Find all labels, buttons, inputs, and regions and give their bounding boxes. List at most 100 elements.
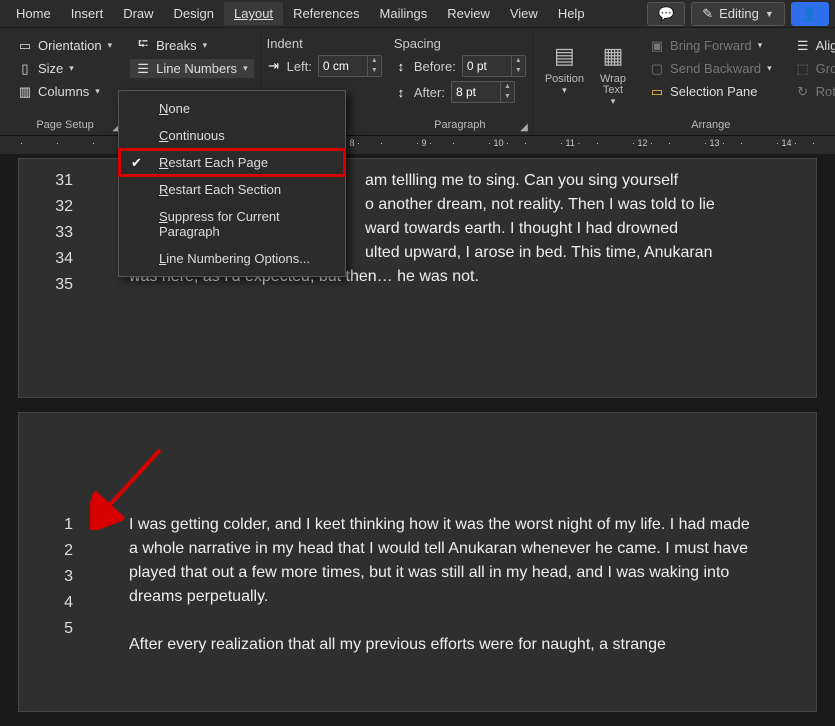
orientation-button[interactable]: ▭ Orientation ▾ <box>12 36 118 55</box>
indent-left-input[interactable] <box>319 59 367 73</box>
check-icon: ✔ <box>131 155 142 171</box>
spin-down-icon[interactable]: ▼ <box>368 66 381 76</box>
line-number: 4 <box>49 591 73 615</box>
menu-insert[interactable]: Insert <box>61 2 114 25</box>
arrange-group-label: Arrange <box>644 116 778 133</box>
menu-layout[interactable]: Layout <box>224 2 283 25</box>
paragraph-group-label: Paragraph <box>394 116 526 133</box>
spacing-after-spin[interactable]: ▲▼ <box>451 81 515 103</box>
spin-up-icon[interactable]: ▲ <box>368 56 381 66</box>
group-icon: ⬚ <box>796 62 810 76</box>
spacing-group: Spacing ↕ Before: ▲▼ ↕ After: ▲▼ Paragra… <box>388 32 533 135</box>
size-button[interactable]: ▯ Size ▾ <box>12 59 118 78</box>
document-paragraph[interactable]: After every realization that all my prev… <box>129 633 760 657</box>
rotate-icon: ↻ <box>796 85 810 99</box>
spin-up-icon[interactable]: ▲ <box>501 82 514 92</box>
dropdown-item-line-numbering-options[interactable]: Line Numbering Options... <box>119 245 345 272</box>
size-icon: ▯ <box>18 62 32 76</box>
ruler-tick: · <box>380 138 383 148</box>
menu-design[interactable]: Design <box>164 2 224 25</box>
columns-button[interactable]: ▥ Columns ▾ <box>12 82 118 101</box>
orientation-icon: ▭ <box>18 39 32 53</box>
send-backward-button[interactable]: ▢ Send Backward ▾ <box>644 59 778 78</box>
menu-home[interactable]: Home <box>6 2 61 25</box>
rotate-button[interactable]: ↻ Rotate ▾ <box>790 82 835 101</box>
group-button[interactable]: ⬚ Group ▾ <box>790 59 835 78</box>
page-setup-group-label: Page Setup <box>12 116 118 133</box>
dropdown-item-label: Continuous <box>159 128 225 143</box>
chevron-down-icon: ▾ <box>203 40 208 51</box>
bring-forward-icon: ▣ <box>650 39 664 53</box>
breaks-icon: ⮓ <box>136 39 150 53</box>
chevron-down-icon: ▼ <box>765 9 774 19</box>
ruler-tick: · 11 · <box>560 138 580 148</box>
position-icon: ▤ <box>554 38 575 74</box>
line-number: 5 <box>49 617 73 641</box>
ruler-tick: · <box>56 138 59 148</box>
paragraph-launcher[interactable]: ◢ <box>520 122 528 133</box>
share-icon: 👤 <box>802 6 818 22</box>
ruler-tick: · <box>524 138 527 148</box>
ruler-tick: · <box>812 138 815 148</box>
menu-help[interactable]: Help <box>548 2 595 25</box>
arrange-list: ▣ Bring Forward ▾ ▢ Send Backward ▾ ▭ Se… <box>638 32 784 135</box>
line-number: 1 <box>49 513 73 537</box>
menu-view[interactable]: View <box>500 2 548 25</box>
document-text-page2[interactable]: I was getting colder, and I keet thinkin… <box>129 513 760 657</box>
spacing-header: Spacing <box>394 36 526 51</box>
line-number: 2 <box>49 539 73 563</box>
position-button[interactable]: ▤ Position ▾ <box>539 36 590 116</box>
page-setup-col1: ▭ Orientation ▾ ▯ Size ▾ ▥ Columns ▾ Pag… <box>6 32 124 135</box>
menu-draw[interactable]: Draw <box>113 2 163 25</box>
ruler-tick: · 10 · <box>488 138 509 148</box>
selection-pane-button[interactable]: ▭ Selection Pane <box>644 82 778 101</box>
selection-pane-icon: ▭ <box>650 85 664 99</box>
menubar: Home Insert Draw Design Layout Reference… <box>0 0 835 28</box>
indent-left-icon: ⇥ <box>267 59 281 73</box>
dropdown-item-suppress-for-current-paragraph[interactable]: Suppress for Current Paragraph <box>119 203 345 245</box>
line-number: 33 <box>49 221 73 245</box>
chevron-down-icon: ▾ <box>95 86 100 97</box>
breaks-button[interactable]: ⮓ Breaks ▾ <box>130 36 253 55</box>
spin-down-icon[interactable]: ▼ <box>501 92 514 102</box>
page-2[interactable]: 12345 I was getting colder, and I keet t… <box>18 412 817 712</box>
align-button[interactable]: ☰ Align ▾ <box>790 36 835 55</box>
bring-forward-button[interactable]: ▣ Bring Forward ▾ <box>644 36 778 55</box>
ruler-tick: · <box>668 138 671 148</box>
line-number: 35 <box>49 273 73 297</box>
document-paragraph[interactable]: I was getting colder, and I keet thinkin… <box>129 513 760 609</box>
dropdown-item-restart-each-page[interactable]: ✔ Restart Each Page <box>119 149 345 176</box>
ruler-tick: · <box>596 138 599 148</box>
comments-button[interactable]: 💬 <box>647 2 685 26</box>
spacing-before-spin[interactable]: ▲▼ <box>462 55 526 77</box>
spin-down-icon[interactable]: ▼ <box>512 66 525 76</box>
line-numbers-page1: 3132333435 <box>49 169 73 297</box>
menu-review[interactable]: Review <box>437 2 500 25</box>
line-numbers-dropdown: None Continuous ✔ Restart Each Page Restart … <box>118 90 346 277</box>
dropdown-item-none[interactable]: None <box>119 95 345 122</box>
dropdown-item-label: Restart Each Page <box>159 155 268 170</box>
ruler-tick: · 12 · <box>632 138 653 148</box>
line-numbers-page2: 12345 <box>49 513 73 641</box>
indent-header: Indent <box>267 36 382 51</box>
dropdown-item-continuous[interactable]: Continuous <box>119 122 345 149</box>
spacing-after-input[interactable] <box>452 85 500 99</box>
dropdown-item-label: Line Numbering Options... <box>159 251 310 266</box>
align-icon: ☰ <box>796 39 810 53</box>
indent-left-spin[interactable]: ▲▼ <box>318 55 382 77</box>
spacing-before-input[interactable] <box>463 59 511 73</box>
columns-icon: ▥ <box>18 85 32 99</box>
menu-references[interactable]: References <box>283 2 369 25</box>
dropdown-item-restart-each-section[interactable]: Restart Each Section <box>119 176 345 203</box>
line-number: 32 <box>49 195 73 219</box>
editing-mode-button[interactable]: ✎ Editing ▼ <box>691 2 785 26</box>
ruler-tick: · <box>740 138 743 148</box>
wrap-text-button[interactable]: ▦ Wrap Text ▾ <box>594 36 632 116</box>
line-numbers-button[interactable]: ☰ Line Numbers ▾ <box>130 59 253 78</box>
chevron-down-icon: ▾ <box>243 63 248 74</box>
menu-mailings[interactable]: Mailings <box>370 2 438 25</box>
spin-up-icon[interactable]: ▲ <box>512 56 525 66</box>
share-button[interactable]: 👤 <box>791 2 829 26</box>
spacing-after-icon: ↕ <box>394 85 408 99</box>
chevron-down-icon: ▾ <box>69 63 74 74</box>
